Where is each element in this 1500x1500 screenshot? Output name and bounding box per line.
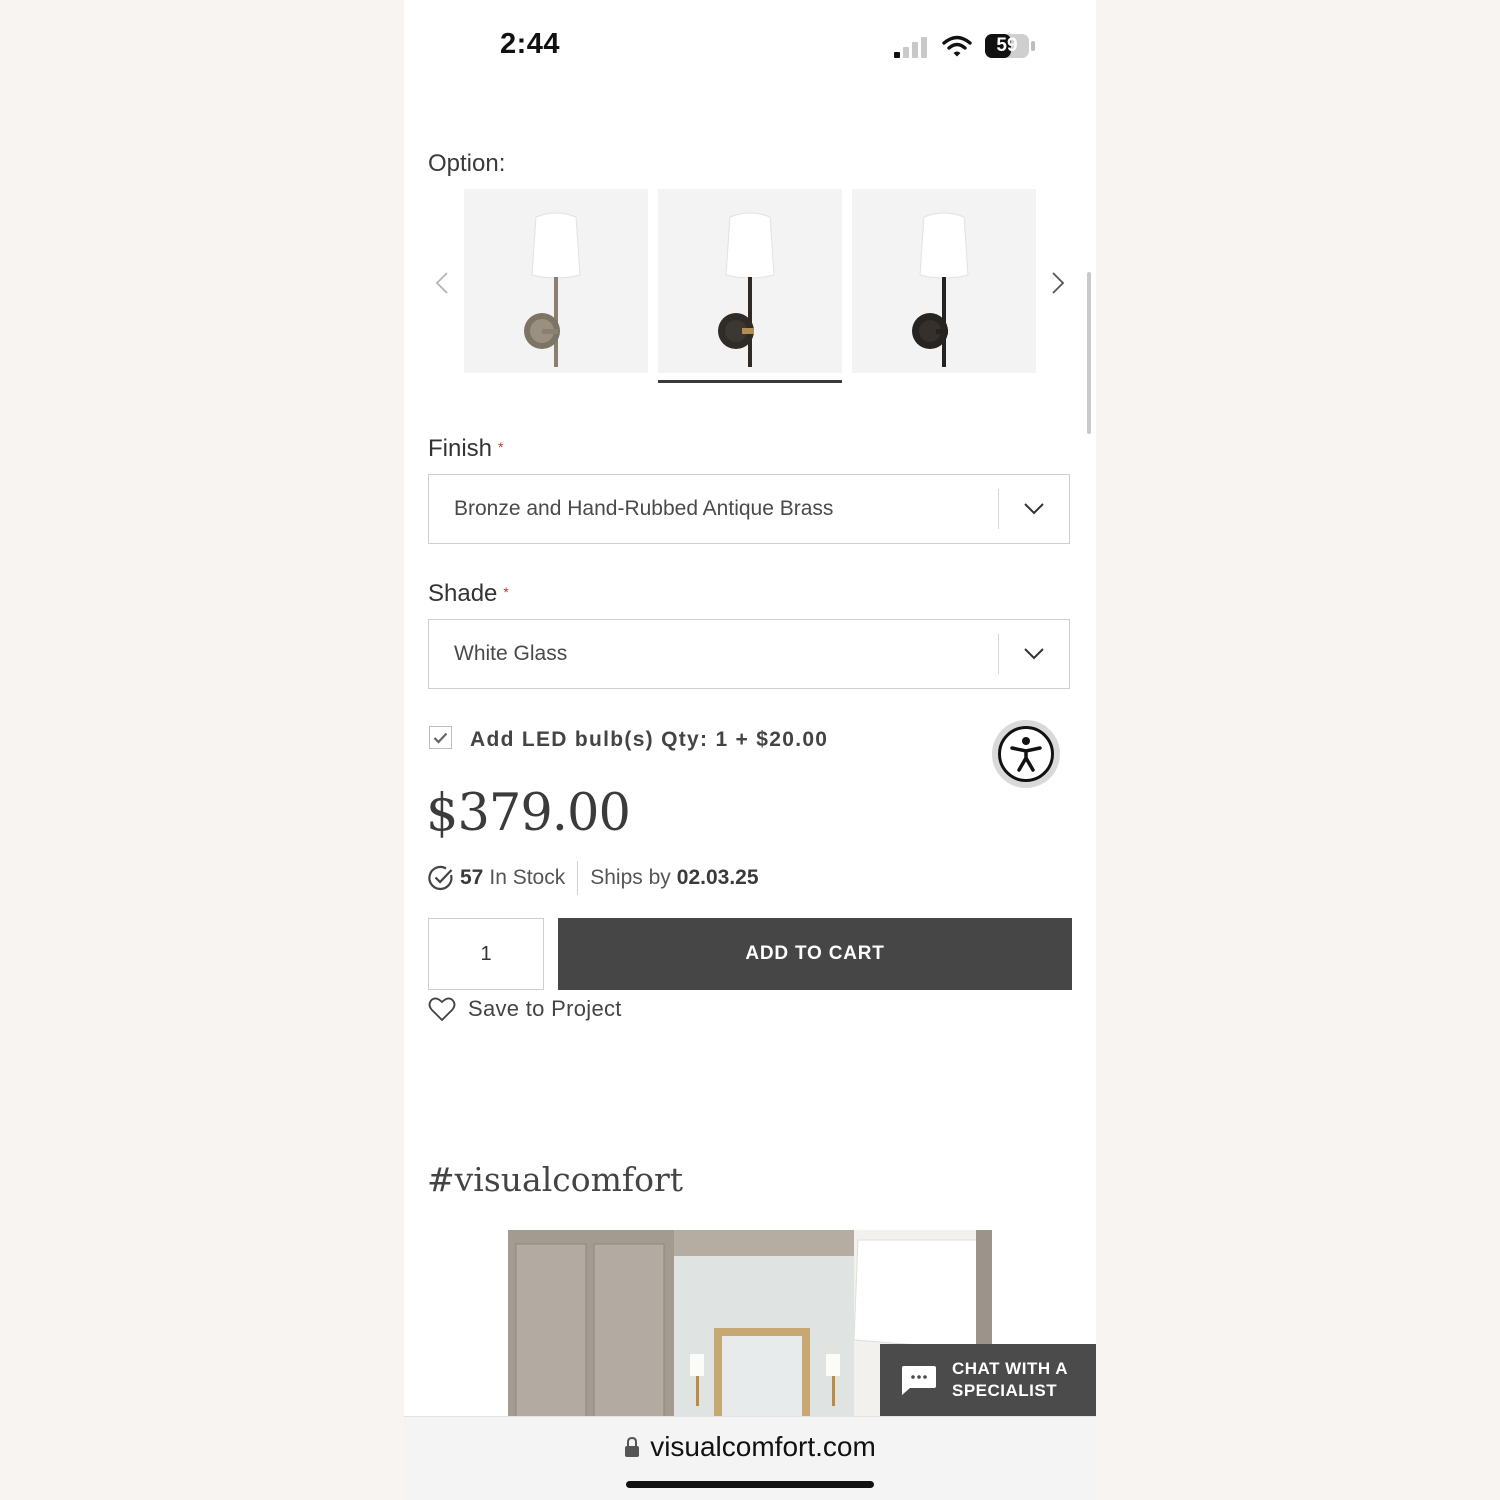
battery-level: 59 — [996, 35, 1018, 56]
ships-label: Ships by — [590, 866, 671, 889]
shade-select[interactable]: White Glass — [428, 619, 1070, 689]
required-marker: * — [498, 439, 504, 455]
chevron-down-icon — [999, 502, 1069, 516]
shade-label-text: Shade — [428, 580, 498, 607]
option-thumbnail-3[interactable] — [852, 189, 1036, 373]
led-bulb-label[interactable]: Add LED bulb(s) Qty: 1 + $20.00 — [470, 728, 828, 752]
sconce-bronze-image — [912, 212, 969, 367]
heart-icon — [428, 997, 456, 1022]
finish-label-text: Finish — [428, 435, 493, 462]
accessibility-button[interactable] — [992, 720, 1060, 788]
chevron-left-icon — [435, 272, 448, 294]
finish-select[interactable]: Bronze and Hand-Rubbed Antique Brass — [428, 474, 1070, 544]
checkmark-icon — [433, 732, 448, 744]
accessibility-icon — [998, 726, 1054, 782]
quantity-input[interactable]: 1 — [428, 918, 544, 990]
option-thumbnail-1[interactable] — [464, 189, 648, 373]
sconce-bronze-brass-image — [718, 212, 775, 367]
stock-count: 57 — [460, 866, 484, 889]
chat-bubble-icon — [902, 1366, 936, 1395]
chat-label-line2: SPECIALIST — [952, 1381, 1058, 1400]
required-marker: * — [503, 584, 509, 600]
battery-icon: 59 — [984, 33, 1035, 59]
chat-with-specialist-button[interactable]: CHAT WITH A SPECIALIST — [880, 1344, 1096, 1416]
product-price: $379.00 — [426, 784, 631, 843]
shade-selected-value: White Glass — [454, 642, 568, 665]
finish-selected-value: Bronze and Hand-Rubbed Antique Brass — [454, 497, 834, 520]
cellular-signal-icon — [894, 36, 930, 58]
led-bulb-checkbox[interactable] — [429, 726, 452, 749]
option-label: Option: — [428, 150, 506, 177]
url-domain: visualcomfort.com — [650, 1431, 876, 1462]
selected-option-indicator — [658, 380, 842, 383]
chat-label: CHAT WITH A SPECIALIST — [952, 1358, 1068, 1402]
chevron-down-icon — [999, 647, 1069, 661]
stock-label: In Stock — [489, 866, 566, 889]
stock-info: 57 In Stock Ships by 02.03.25 — [428, 861, 759, 895]
phone-screen: 2:44 59 Option: Finish * Bronze and Hand… — [404, 0, 1096, 1500]
wifi-icon — [942, 34, 972, 58]
hashtag-heading: #visualcomfort — [427, 1160, 684, 1199]
chevron-right-icon — [1052, 272, 1065, 294]
add-to-cart-button[interactable]: ADD TO CART — [558, 918, 1072, 990]
status-time: 2:44 — [500, 28, 561, 60]
save-to-project-button[interactable]: Save to Project — [428, 996, 622, 1022]
shade-label: Shade * — [428, 580, 509, 608]
url-display[interactable]: visualcomfort.com — [404, 1431, 1096, 1463]
lock-icon — [625, 1436, 640, 1457]
check-circle-icon — [428, 865, 453, 891]
home-indicator[interactable] — [626, 1481, 874, 1488]
chat-label-line1: CHAT WITH A — [952, 1359, 1068, 1378]
save-to-project-label: Save to Project — [468, 996, 622, 1021]
browser-url-bar[interactable]: visualcomfort.com — [404, 1416, 1096, 1500]
sconce-antique-nickel-image — [524, 212, 581, 367]
ships-date: 02.03.25 — [676, 866, 759, 889]
carousel-prev-button[interactable] — [428, 266, 456, 300]
carousel-next-button[interactable] — [1044, 266, 1072, 300]
finish-label: Finish * — [428, 435, 503, 463]
page-scrollbar[interactable] — [1087, 272, 1091, 434]
stock-divider — [577, 861, 579, 895]
option-thumbnail-2[interactable] — [658, 189, 842, 373]
